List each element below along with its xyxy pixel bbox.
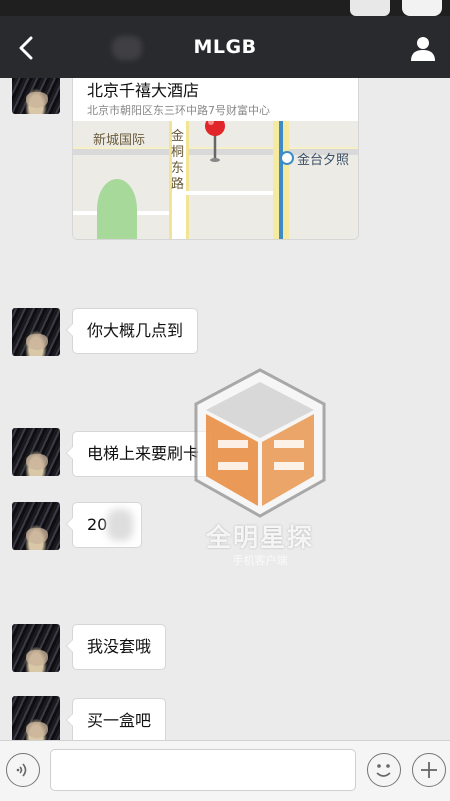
location-map[interactable]: 新城国际 金桐东路 金台夕照 (73, 121, 358, 239)
blurred-region (107, 509, 133, 541)
message-bubble[interactable]: 买一盒吧 (65, 698, 167, 740)
park (97, 179, 137, 239)
message-bubble[interactable]: 你大概几点到 (65, 308, 199, 354)
watermark-label: 全明星探 (205, 523, 314, 552)
message-bubble[interactable]: 20 (65, 502, 143, 548)
watermark-logo (194, 368, 326, 518)
location-name: 北京千禧大酒店 (87, 81, 200, 100)
location-card[interactable]: 北京千禧大酒店 北京市朝阳区东三环中路7号财富中心 新城国际 金桐东路 金台夕照 (72, 78, 359, 240)
subway-icon (280, 151, 294, 165)
message-input[interactable] (50, 749, 356, 791)
status-bar-blur-2 (402, 0, 442, 16)
map-label-station: 金台夕照 (297, 153, 350, 168)
status-bar-blur (350, 0, 390, 16)
emoji-button[interactable] (367, 753, 401, 787)
map-label-district: 新城国际 (93, 133, 146, 148)
avatar[interactable] (12, 696, 60, 740)
avatar[interactable] (12, 78, 60, 114)
message-bubble[interactable]: 我没套哦 (65, 624, 167, 670)
profile-button[interactable] (408, 33, 438, 63)
watermark-sub: 手机客户端 (232, 554, 288, 567)
plus-icon (421, 762, 437, 778)
map-label-road: 金桐东路 (171, 129, 185, 192)
chat-header: MLGB (0, 16, 450, 78)
voice-wave-icon (16, 763, 27, 777)
avatar[interactable] (12, 624, 60, 672)
location-address: 北京市朝阳区东三环中路7号财富中心 (87, 104, 270, 117)
voice-button[interactable] (6, 753, 40, 787)
person-icon (411, 37, 435, 61)
message-text: 20 (87, 515, 108, 534)
avatar[interactable] (12, 428, 60, 476)
avatar[interactable] (12, 502, 60, 550)
avatar[interactable] (12, 308, 60, 356)
smiley-icon (376, 764, 391, 777)
more-button[interactable] (412, 753, 446, 787)
status-bar (0, 0, 450, 16)
input-bar (0, 740, 450, 801)
map-pin-icon (205, 121, 225, 162)
watermark: 全明星探 手机客户端 (190, 368, 330, 568)
chat-title: MLGB (193, 36, 257, 58)
